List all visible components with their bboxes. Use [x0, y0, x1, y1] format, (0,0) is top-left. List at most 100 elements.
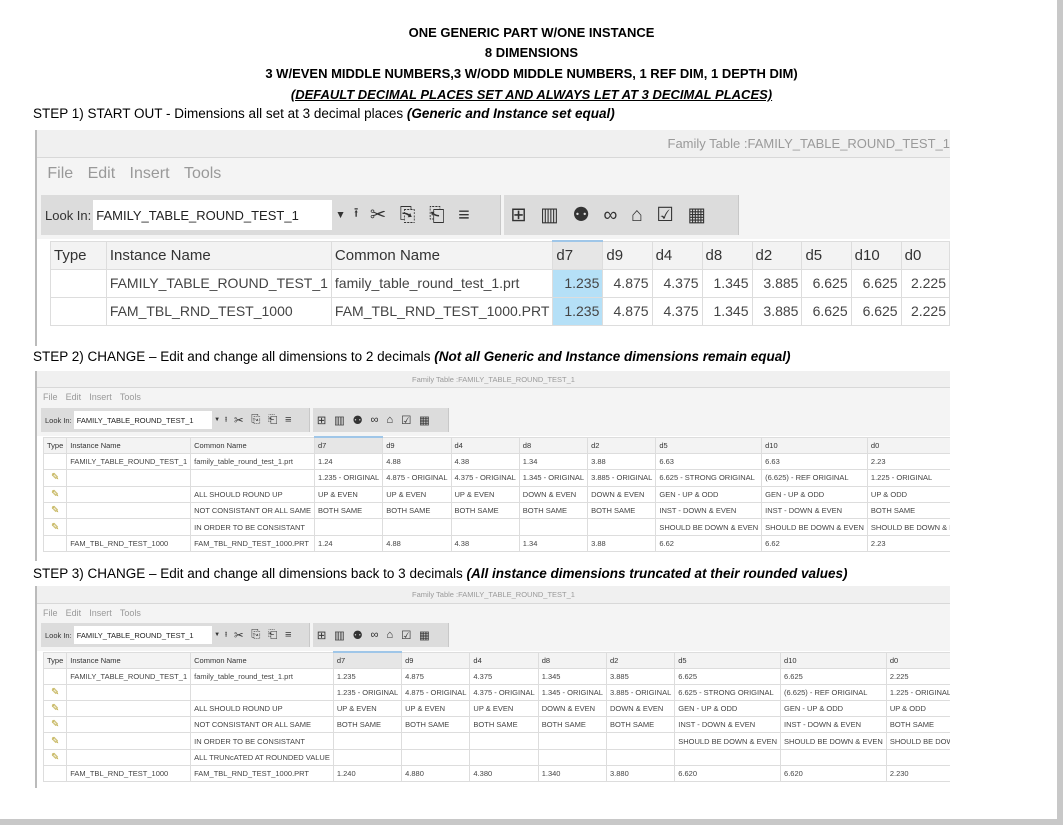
cell-d10[interactable]: SHOULD BE DOWN & EVEN	[780, 732, 887, 750]
cell-d0[interactable]: 2.23	[866, 452, 950, 471]
cell-instance-name[interactable]	[66, 716, 192, 734]
cell-instance-name[interactable]	[66, 748, 192, 766]
table-row[interactable]: FAMILY_TABLE_ROUND_TEST_1 family_table_ro…	[42, 667, 950, 685]
cell-d2[interactable]: 3.885	[751, 268, 803, 298]
lock-icon[interactable]: ⌂	[386, 629, 393, 641]
insert-item-icon[interactable]: ⊞	[317, 414, 326, 427]
cell-d10[interactable]: GEN - UP & ODD	[780, 700, 887, 718]
cell-d2[interactable]: 3.885 - ORIGINAL	[587, 469, 657, 487]
cell-d5[interactable]: GEN - UP & ODD	[655, 485, 763, 504]
menu-file[interactable]: File	[47, 165, 73, 182]
cut-icon[interactable]: ✂	[370, 203, 386, 227]
column-header-instance-name[interactable]: Instance Name	[66, 651, 192, 669]
cell-d0[interactable]: BOTH SAME	[885, 716, 950, 734]
cell-d5[interactable]: SHOULD BE DOWN & EVEN	[655, 518, 763, 536]
cell-common-name[interactable]: FAM_TBL_RND_TEST_1000.PRT	[330, 296, 554, 326]
lock-icon[interactable]: ⌂	[386, 414, 393, 426]
cell-d8[interactable]: 1.345	[701, 268, 753, 298]
type-cell[interactable]	[50, 296, 107, 326]
cell-instance-name[interactable]: FAM_TBL_RND_TEST_1000	[105, 296, 332, 326]
column-header-d8[interactable]: d8	[537, 651, 607, 669]
table-row[interactable]: ✎ IN ORDER TO BE CONSISTANT SHOULD BE DOWN…	[42, 518, 950, 536]
cell-d10[interactable]: 6.620	[780, 764, 887, 783]
column-header-d4[interactable]: d4	[450, 436, 520, 454]
table-row[interactable]: ✎ 1.235 - ORIGINAL 4.875 - ORIGINAL 4.375 -…	[42, 469, 950, 487]
cell-d8[interactable]: 1.345	[537, 667, 607, 685]
menu-file[interactable]: File	[43, 392, 58, 402]
cell-d8[interactable]: 1.345	[701, 296, 753, 326]
look-in-select[interactable]: FAMILY_TABLE_ROUND_TEST_1	[73, 411, 212, 429]
cell-common-name[interactable]	[190, 469, 315, 487]
menu-insert[interactable]: Insert	[89, 392, 112, 402]
table-row[interactable]: FAMILY_TABLE_ROUND_TEST_1 family_table_ro…	[50, 268, 950, 298]
cell-d4[interactable]: 4.375	[469, 667, 539, 685]
cell-d2[interactable]: BOTH SAME	[605, 716, 676, 734]
column-header-instance-name[interactable]: Instance Name	[105, 240, 332, 270]
cell-d4[interactable]: BOTH SAME	[450, 502, 520, 520]
cell-d8[interactable]: BOTH SAME	[518, 502, 589, 520]
cell-d7[interactable]: 1.24	[313, 534, 384, 553]
copy-icon[interactable]: ⎘	[400, 204, 416, 227]
type-cell[interactable]	[42, 452, 68, 471]
cell-common-name[interactable]: family_table_round_test_1.prt	[190, 667, 334, 685]
type-cell[interactable]: ✎	[42, 748, 68, 766]
cut-icon[interactable]: ✂	[234, 414, 243, 427]
menu-insert[interactable]: Insert	[89, 608, 112, 618]
column-icon[interactable]: ▥	[334, 629, 345, 642]
cell-instance-name[interactable]: FAMILY_TABLE_ROUND_TEST_1	[66, 667, 192, 685]
column-header-d8[interactable]: d8	[518, 436, 589, 454]
cell-d10[interactable]: SHOULD BE DOWN & EVEN	[761, 518, 868, 536]
cell-d7[interactable]: BOTH SAME	[313, 502, 384, 520]
menu-edit[interactable]: Edit	[66, 608, 82, 618]
cell-d5[interactable]: 6.63	[655, 452, 763, 471]
type-cell[interactable]: ✎	[42, 469, 68, 487]
cell-d7[interactable]: 1.240	[332, 764, 403, 783]
cell-d0[interactable]: BOTH SAME	[866, 502, 950, 520]
cell-d5[interactable]: 6.625 - STRONG ORIGINAL	[655, 469, 763, 487]
cell-common-name[interactable]: ALL SHOULD ROUND UP	[190, 485, 315, 504]
look-in-select[interactable]: FAMILY_TABLE_ROUND_TEST_1	[73, 626, 212, 644]
cell-d4[interactable]	[469, 748, 539, 766]
type-cell[interactable]	[42, 534, 68, 553]
column-header-common-name[interactable]: Common Name	[190, 651, 334, 669]
column-header-d0[interactable]: d0	[866, 436, 950, 454]
cell-d4[interactable]: 4.380	[469, 764, 539, 783]
cell-d2[interactable]: 3.88	[587, 452, 657, 471]
column-icon[interactable]: ▥	[334, 414, 345, 427]
cell-instance-name[interactable]	[66, 469, 192, 487]
cell-d5[interactable]: 6.625 - STRONG ORIGINAL	[674, 683, 782, 702]
table-row[interactable]: ✎ IN ORDER TO BE CONSISTANT SHOULD BE DOWN…	[42, 732, 950, 750]
type-cell[interactable]: ✎	[42, 700, 68, 718]
type-cell[interactable]: ✎	[42, 732, 68, 750]
cell-d10[interactable]: 6.625	[780, 667, 887, 685]
folder-up-icon[interactable]: ⭱	[225, 414, 228, 427]
lock-icon[interactable]: ⌂	[631, 204, 643, 227]
column-header-d10[interactable]: d10	[761, 436, 868, 454]
cell-d9[interactable]	[401, 732, 471, 750]
cell-d0[interactable]: 2.225	[900, 268, 950, 298]
glasses-preview-icon[interactable]: ∞	[370, 414, 378, 426]
cell-d5[interactable]	[674, 748, 782, 766]
column-header-d7[interactable]: d7	[332, 650, 403, 669]
cell-d9[interactable]: BOTH SAME	[382, 502, 452, 520]
cell-d7[interactable]: 1.235	[332, 667, 403, 685]
cell-d8[interactable]: DOWN & EVEN	[518, 485, 589, 504]
cell-d9[interactable]: 4.875 - ORIGINAL	[382, 469, 452, 487]
cell-d9[interactable]: UP & EVEN	[382, 485, 452, 504]
verify-icon[interactable]: ☑	[401, 629, 411, 642]
cell-common-name[interactable]: IN ORDER TO BE CONSISTANT	[190, 732, 334, 750]
column-header-d7[interactable]: d7	[313, 435, 384, 454]
column-header-d2[interactable]: d2	[587, 436, 657, 454]
cell-d4[interactable]: 4.375	[651, 296, 703, 326]
column-header-type[interactable]: Type	[50, 240, 107, 270]
column-header-d8[interactable]: d8	[701, 240, 753, 270]
type-cell[interactable]: ✎	[42, 502, 68, 520]
column-header-d9[interactable]: d9	[602, 240, 653, 270]
cell-d9[interactable]: 4.880	[401, 764, 471, 783]
type-cell[interactable]: ✎	[42, 485, 68, 504]
cell-d0[interactable]	[885, 748, 950, 766]
cell-d0[interactable]: 1.225 - ORIGINAL	[866, 469, 950, 487]
cell-d8[interactable]: 1.34	[518, 534, 589, 553]
cell-d10[interactable]: 6.625	[850, 296, 902, 326]
column-header-d2[interactable]: d2	[605, 651, 676, 669]
